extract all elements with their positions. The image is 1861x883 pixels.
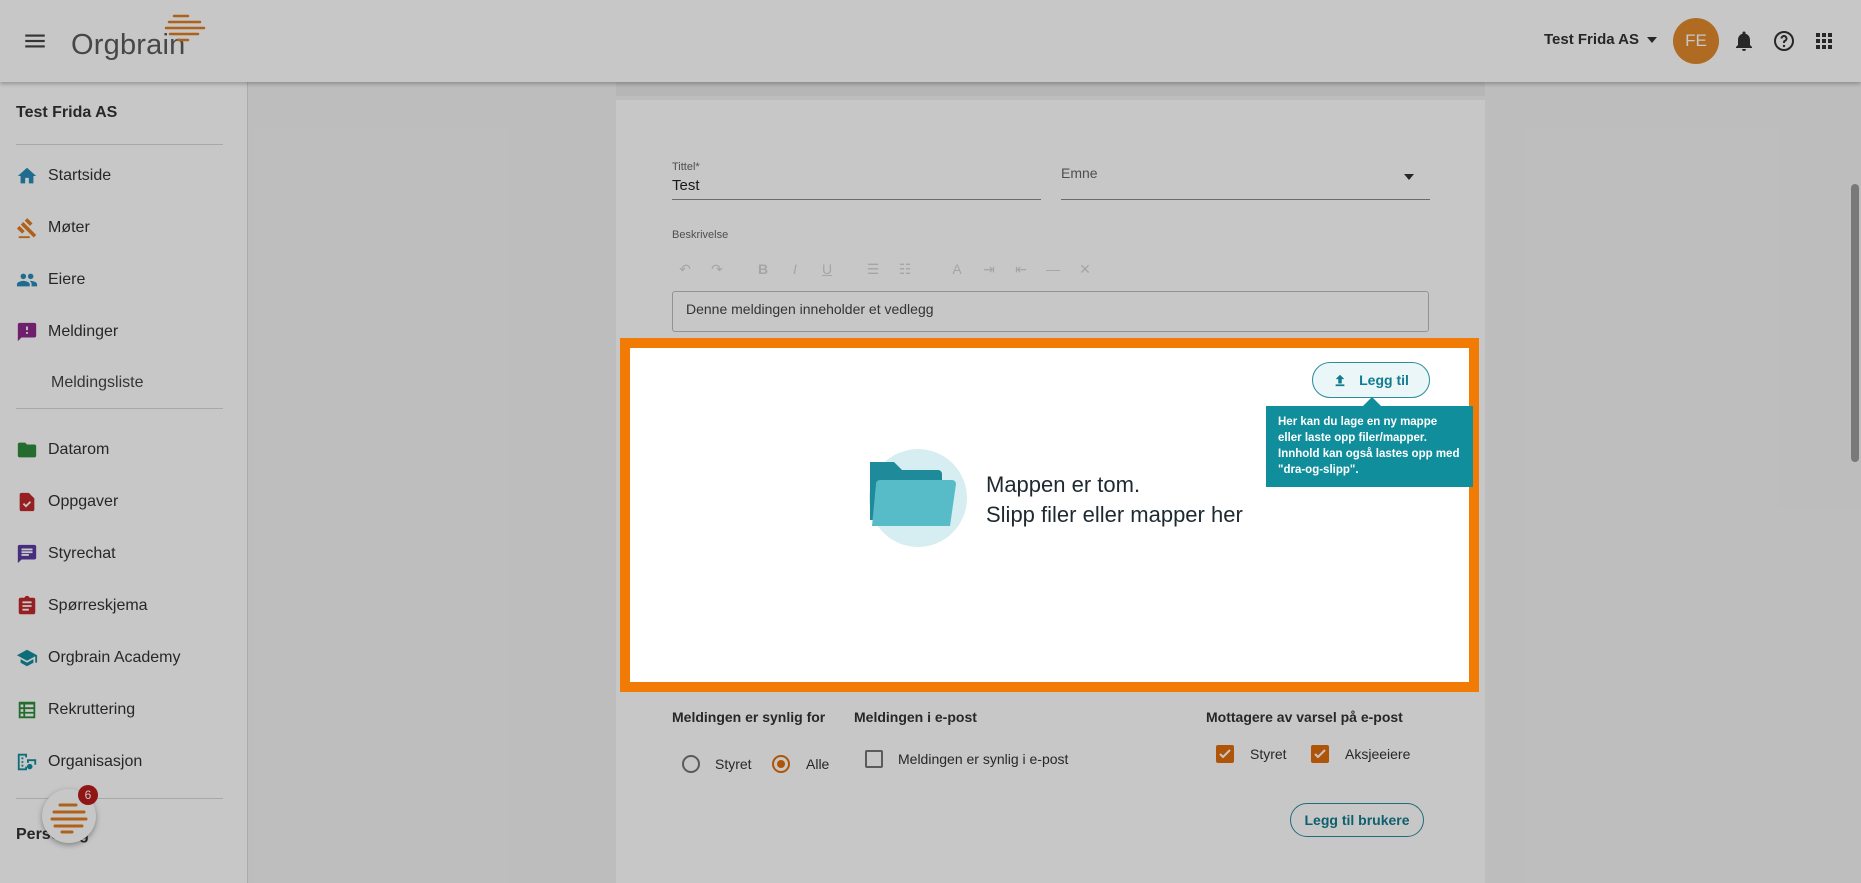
empty-folder-icon: [869, 449, 967, 547]
add-files-tooltip: Her kan du lage en ny mappe eller laste …: [1266, 406, 1473, 487]
add-files-button[interactable]: Legg til: [1312, 362, 1430, 398]
empty-folder-hint: Slipp filer eller mapper her: [986, 502, 1243, 527]
add-files-label: Legg til: [1359, 372, 1409, 388]
upload-icon: [1335, 374, 1345, 387]
empty-folder-title: Mappen er tom.: [986, 472, 1141, 497]
